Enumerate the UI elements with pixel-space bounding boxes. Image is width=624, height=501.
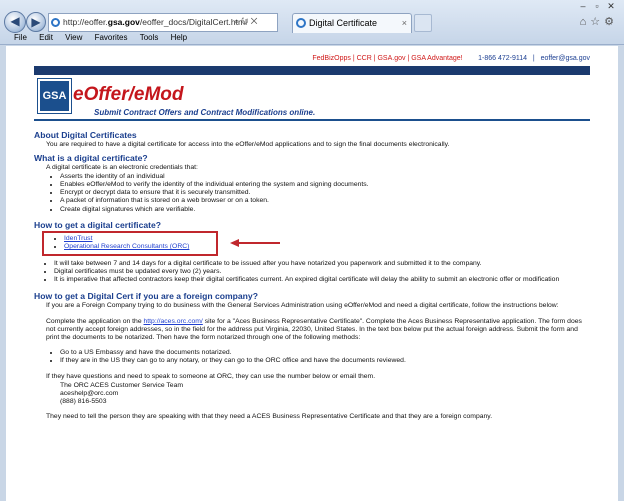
close-window-icon[interactable]: ✕ (604, 1, 618, 12)
window-controls: – ▫ ✕ (576, 1, 618, 12)
main-content: About Digital Certificates You are requi… (34, 130, 590, 421)
foreign-p3: If they have questions and need to speak… (46, 373, 376, 381)
orc-link[interactable]: Operational Research Consultants (ORC) (64, 243, 189, 250)
list-item: Digital certificates must be updated eve… (54, 268, 590, 276)
maximize-icon[interactable]: ▫ (590, 1, 604, 11)
link-gsa-gov[interactable]: GSA.gov (377, 55, 405, 62)
foreign-heading: How to get a Digital Cert if you are a f… (34, 290, 258, 301)
browser-tool-icons: ⌂☆⚙ (580, 15, 618, 28)
back-arrow-icon: ◀ (10, 14, 20, 28)
forward-button[interactable]: ▶ (26, 12, 46, 32)
gsa-logo: GSA (37, 78, 72, 114)
link-fedbizopps[interactable]: FedBizOpps (312, 55, 351, 62)
contact-team: The ORC ACES Customer Service Team (60, 381, 184, 389)
url-domain: gsa.gov (107, 17, 140, 27)
ie-icon (51, 18, 60, 27)
red-arrow-icon (230, 239, 280, 248)
refresh-icon[interactable]: ↻ (241, 16, 251, 26)
list-item: It is imperative that affected contracto… (54, 276, 590, 284)
provider-item: Operational Research Consultants (ORC) (64, 243, 216, 251)
list-item: A packet of information that is stored o… (60, 197, 590, 205)
about-heading: About Digital Certificates (34, 130, 137, 140)
aces-orc-link[interactable]: http://aces.orc.com/ (144, 318, 203, 325)
stop-icon[interactable]: ✕ (251, 16, 260, 26)
what-heading: What is a digital certificate? (34, 153, 148, 164)
foreign-p2: Complete the application on the http://a… (46, 318, 590, 343)
menu-view[interactable]: View (65, 33, 82, 42)
about-text: You are required to have a digital certi… (46, 141, 450, 148)
menu-edit[interactable]: Edit (39, 33, 53, 42)
providers-highlight-box: IdenTrust Operational Research Consultan… (42, 231, 280, 256)
list-item: Go to a US Embassy and have the document… (60, 349, 590, 357)
tab-ie-icon (296, 18, 306, 28)
list-item: Enables eOffer/eMod to verify the identi… (60, 181, 590, 189)
url-suffix: /eoffer_docs/DigitalCert.html (139, 17, 247, 27)
url-prefix: http://eoffer. (63, 17, 108, 27)
menu-bar: File Edit View Favorites Tools Help (0, 30, 624, 45)
banner-rule (34, 119, 590, 121)
gear-icon[interactable]: ⚙ (604, 16, 618, 28)
header-email[interactable]: eoffer@gsa.gov (541, 55, 590, 62)
contact-phone: (888) 816-5503 (60, 398, 107, 406)
how-notes: It will take between 7 and 14 days for a… (54, 260, 590, 285)
link-ccr[interactable]: CCR (357, 55, 372, 62)
identrust-link[interactable]: IdenTrust (64, 235, 92, 242)
search-icon[interactable]: ⌕ (234, 16, 241, 26)
foreign-p2-before: Complete the application on the (46, 317, 144, 325)
list-item: If they are in the US they can go to any… (60, 357, 590, 365)
contact-email: aceshelp@orc.com (60, 389, 119, 397)
list-item: It will take between 7 and 14 days for a… (54, 260, 590, 268)
forward-arrow-icon: ▶ (31, 15, 41, 29)
menu-favorites[interactable]: Favorites (95, 33, 128, 42)
header-phone: 1-866 472-9114 (478, 55, 528, 62)
providers-list: IdenTrust Operational Research Consultan… (64, 235, 216, 252)
browser-chrome: ◀ ▶ http://eoffer.gsa.gov/eoffer_docs/Di… (0, 0, 624, 45)
provider-item: IdenTrust (64, 235, 216, 243)
foreign-methods: Go to a US Embassy and have the document… (60, 349, 590, 366)
list-item: Encrypt or decrypt data to ensure that i… (60, 189, 590, 197)
favorites-star-icon[interactable]: ☆ (590, 16, 604, 28)
orc-contact: The ORC ACES Customer Service Team acesh… (60, 382, 590, 407)
list-item: Asserts the identity of an individual (60, 173, 590, 181)
list-item: Create digital signatures which are veri… (60, 206, 590, 214)
minimize-icon[interactable]: – (576, 1, 590, 11)
site-tagline: Submit Contract Offers and Contract Modi… (94, 108, 316, 117)
link-gsa-advantage[interactable]: GSA Advantage! (411, 55, 462, 62)
tab-title: Digital Certificate (309, 18, 378, 28)
what-intro: A digital certificate is an electronic c… (46, 164, 198, 172)
how-heading: How to get a digital certificate? (34, 220, 162, 231)
menu-tools[interactable]: Tools (140, 33, 159, 42)
banner-bar (34, 66, 590, 75)
foreign-p4: They need to tell the person they are sp… (46, 412, 493, 420)
menu-help[interactable]: Help (171, 33, 187, 42)
header-links: FedBizOpps | CCR | GSA.gov | GSA Advanta… (312, 55, 590, 62)
what-list: Asserts the identity of an individual En… (60, 173, 590, 214)
home-icon[interactable]: ⌂ (580, 16, 591, 28)
page-viewport: FedBizOpps | CCR | GSA.gov | GSA Advanta… (6, 46, 618, 501)
site-title: eOffer/eMod (73, 84, 184, 105)
menu-file[interactable]: File (14, 33, 27, 42)
link-separator: | (532, 55, 535, 62)
foreign-p1: If you are a Foreign Company trying to d… (46, 301, 559, 309)
